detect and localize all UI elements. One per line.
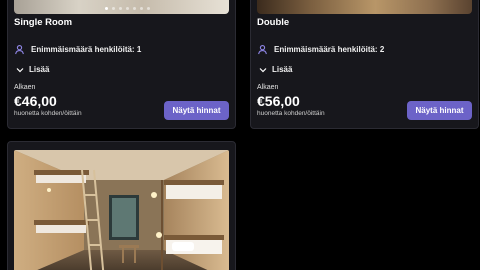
carousel-dot[interactable] (133, 7, 136, 10)
bunk-room-illustration (14, 150, 229, 270)
capacity-text: Enimmäismäärä henkilöitä: 2 (274, 45, 385, 54)
capacity-row: Enimmäismäärä henkilöitä: 2 (257, 44, 384, 55)
show-prices-button[interactable]: Näytä hinnat (164, 101, 229, 120)
room-title: Single Room (14, 17, 73, 28)
carousel-dot[interactable] (140, 7, 143, 10)
carousel-dots (105, 7, 150, 10)
from-label: Alkaen (14, 84, 36, 91)
room-card-single: Single Room Enimmäismäärä henkilöitä: 1 … (7, 0, 236, 129)
carousel-dot[interactable] (119, 7, 122, 10)
carousel-dot[interactable] (105, 7, 108, 10)
more-label: Lisää (29, 65, 50, 74)
show-prices-button[interactable]: Näytä hinnat (407, 101, 472, 120)
price-unit: huonetta kohden/öittäin (14, 110, 82, 117)
price: €46,00 (14, 93, 57, 109)
user-icon (258, 45, 267, 55)
capacity-text: Enimmäismäärä henkilöitä: 1 (31, 45, 142, 54)
more-toggle[interactable]: Lisää (16, 65, 49, 74)
room-card-bunk (7, 141, 236, 270)
capacity-row: Enimmäismäärä henkilöitä: 1 (14, 44, 141, 55)
room-title: Double (257, 17, 290, 28)
room-photo[interactable] (257, 0, 472, 14)
room-photo[interactable] (14, 0, 229, 14)
price-unit: huonetta kohden/öittäin (257, 110, 325, 117)
from-label: Alkaen (257, 84, 279, 91)
carousel-dot[interactable] (112, 7, 115, 10)
more-label: Lisää (272, 65, 293, 74)
price: €56,00 (257, 93, 300, 109)
user-icon (15, 45, 24, 55)
carousel-dot[interactable] (126, 7, 129, 10)
room-card-double: Double Enimmäismäärä henkilöitä: 2 Lisää… (250, 0, 479, 129)
chevron-down-icon (16, 67, 24, 72)
carousel-dot[interactable] (147, 7, 150, 10)
more-toggle[interactable]: Lisää (259, 65, 292, 74)
room-photo[interactable] (14, 150, 229, 270)
chevron-down-icon (259, 67, 267, 72)
